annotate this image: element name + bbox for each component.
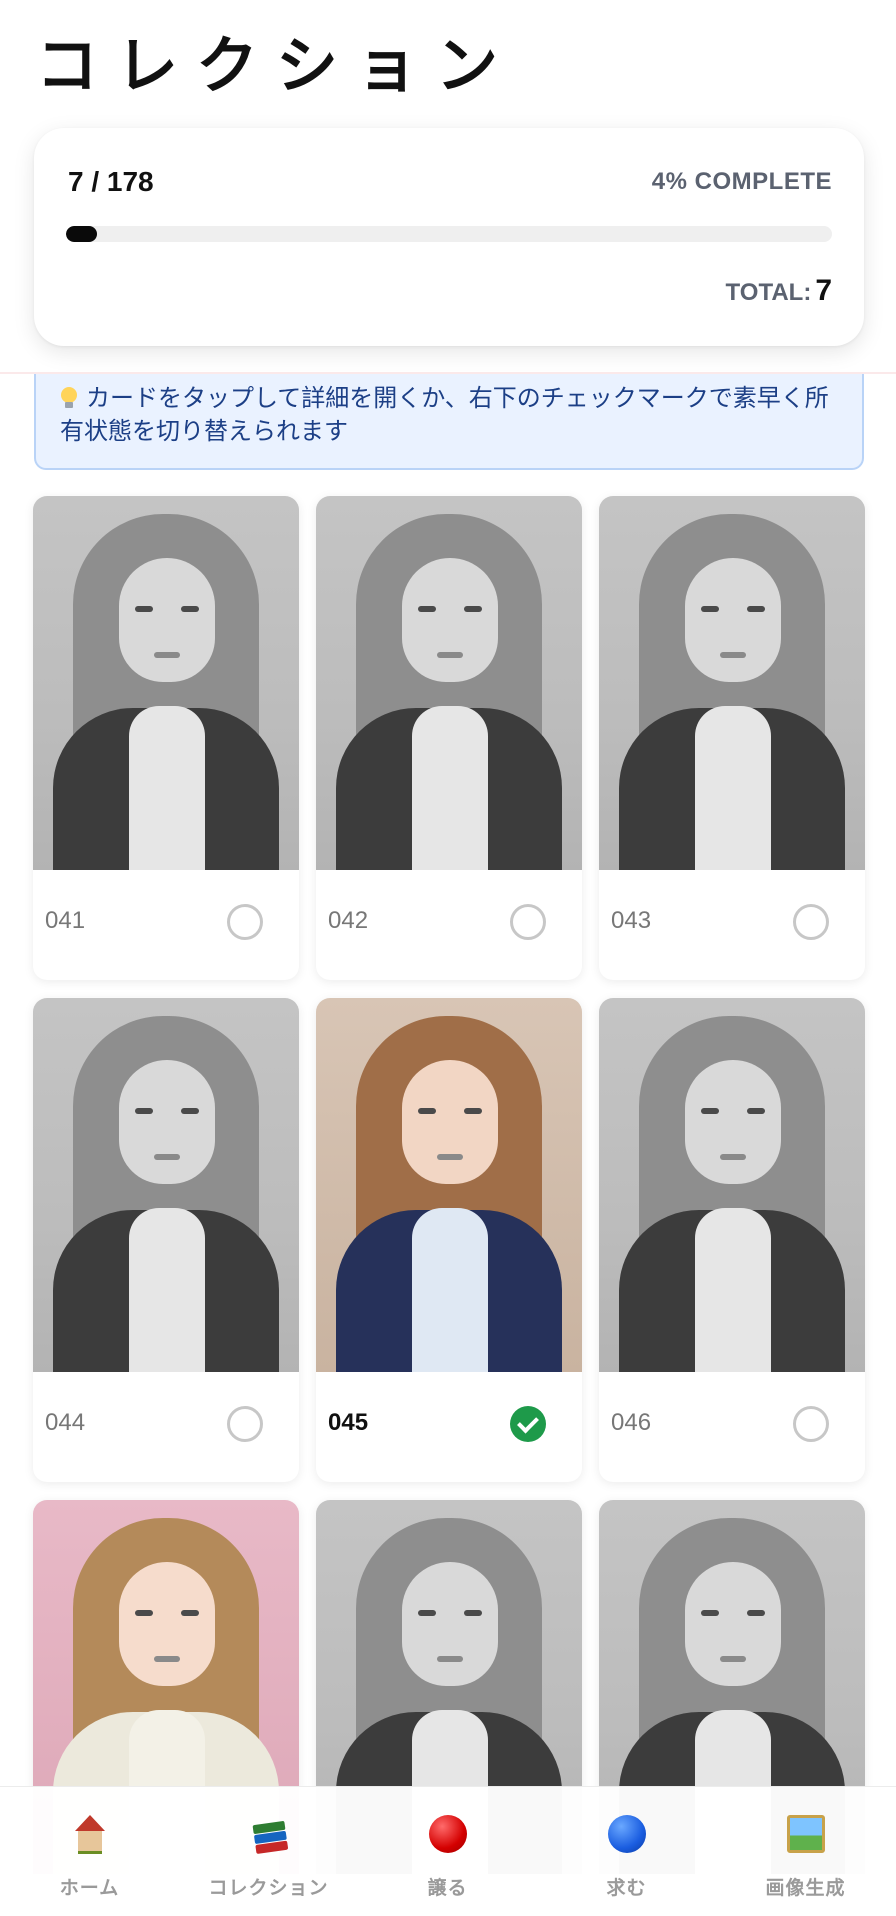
card-number: 045 bbox=[328, 1409, 369, 1436]
card-photo bbox=[599, 496, 865, 870]
card-number: 043 bbox=[611, 907, 652, 934]
lightbulb-icon bbox=[60, 387, 78, 409]
card[interactable]: 041 bbox=[33, 496, 299, 980]
owned-toggle[interactable] bbox=[793, 1406, 829, 1442]
card-number: 046 bbox=[611, 1409, 652, 1436]
progress-percent: 4% COMPLETE bbox=[651, 168, 832, 195]
card[interactable]: 046 bbox=[599, 998, 865, 1482]
owned-toggle[interactable] bbox=[510, 904, 546, 940]
blue-circle-icon bbox=[607, 1815, 646, 1853]
card[interactable]: 045 bbox=[316, 998, 582, 1482]
owned-toggle[interactable] bbox=[227, 904, 263, 940]
progress-total: TOTAL: 7 bbox=[726, 274, 832, 308]
owned-toggle[interactable] bbox=[227, 1406, 263, 1442]
progress-bar bbox=[66, 226, 832, 242]
progress-count: 7 / 178 bbox=[68, 166, 154, 197]
tab-image-generation[interactable]: 画像生成 bbox=[716, 1787, 895, 1916]
progress-total-label: TOTAL: bbox=[725, 279, 812, 306]
tip-text: カードをタップして詳細を開くか、右下のチェックマークで素早く所有状態を切り替えら… bbox=[60, 385, 829, 445]
card-photo bbox=[316, 998, 582, 1372]
progress-total-value: 7 bbox=[815, 274, 832, 307]
books-icon bbox=[250, 1815, 288, 1853]
progress-bar-fill bbox=[66, 226, 97, 242]
card-number: 044 bbox=[45, 1409, 86, 1436]
card[interactable]: 044 bbox=[33, 998, 299, 1482]
card-photo bbox=[33, 496, 299, 870]
tab-label: 画像生成 bbox=[765, 1878, 846, 1899]
tab-give[interactable]: 譲る bbox=[358, 1787, 537, 1916]
framed-picture-icon bbox=[786, 1815, 825, 1853]
card-number: 041 bbox=[45, 907, 86, 934]
tab-collection[interactable]: コレクション bbox=[179, 1787, 358, 1916]
card[interactable]: 043 bbox=[599, 496, 865, 980]
tab-home[interactable]: ホーム bbox=[0, 1787, 179, 1916]
red-circle-icon bbox=[428, 1815, 467, 1853]
house-icon bbox=[71, 1815, 109, 1854]
bottom-tab-bar: ホーム コレクション 譲る 求む 画像生成 bbox=[0, 1786, 896, 1916]
owned-check-icon[interactable] bbox=[510, 1406, 546, 1442]
tab-label: ホーム bbox=[59, 1878, 120, 1899]
page-title: コレクション bbox=[36, 29, 517, 102]
card-number: 042 bbox=[328, 907, 369, 934]
tab-want[interactable]: 求む bbox=[537, 1787, 716, 1916]
card-photo bbox=[33, 998, 299, 1372]
tab-label: コレクション bbox=[208, 1878, 329, 1899]
tip-banner: カードをタップして詳細を開くか、右下のチェックマークで素早く所有状態を切り替えら… bbox=[34, 374, 864, 470]
card-photo bbox=[599, 998, 865, 1372]
owned-toggle[interactable] bbox=[793, 904, 829, 940]
tab-label: 譲る bbox=[427, 1878, 468, 1899]
tab-label: 求む bbox=[606, 1878, 647, 1899]
card-photo bbox=[316, 496, 582, 870]
card[interactable]: 042 bbox=[316, 496, 582, 980]
progress-card: 7 / 178 4% COMPLETE TOTAL: 7 bbox=[34, 128, 864, 346]
